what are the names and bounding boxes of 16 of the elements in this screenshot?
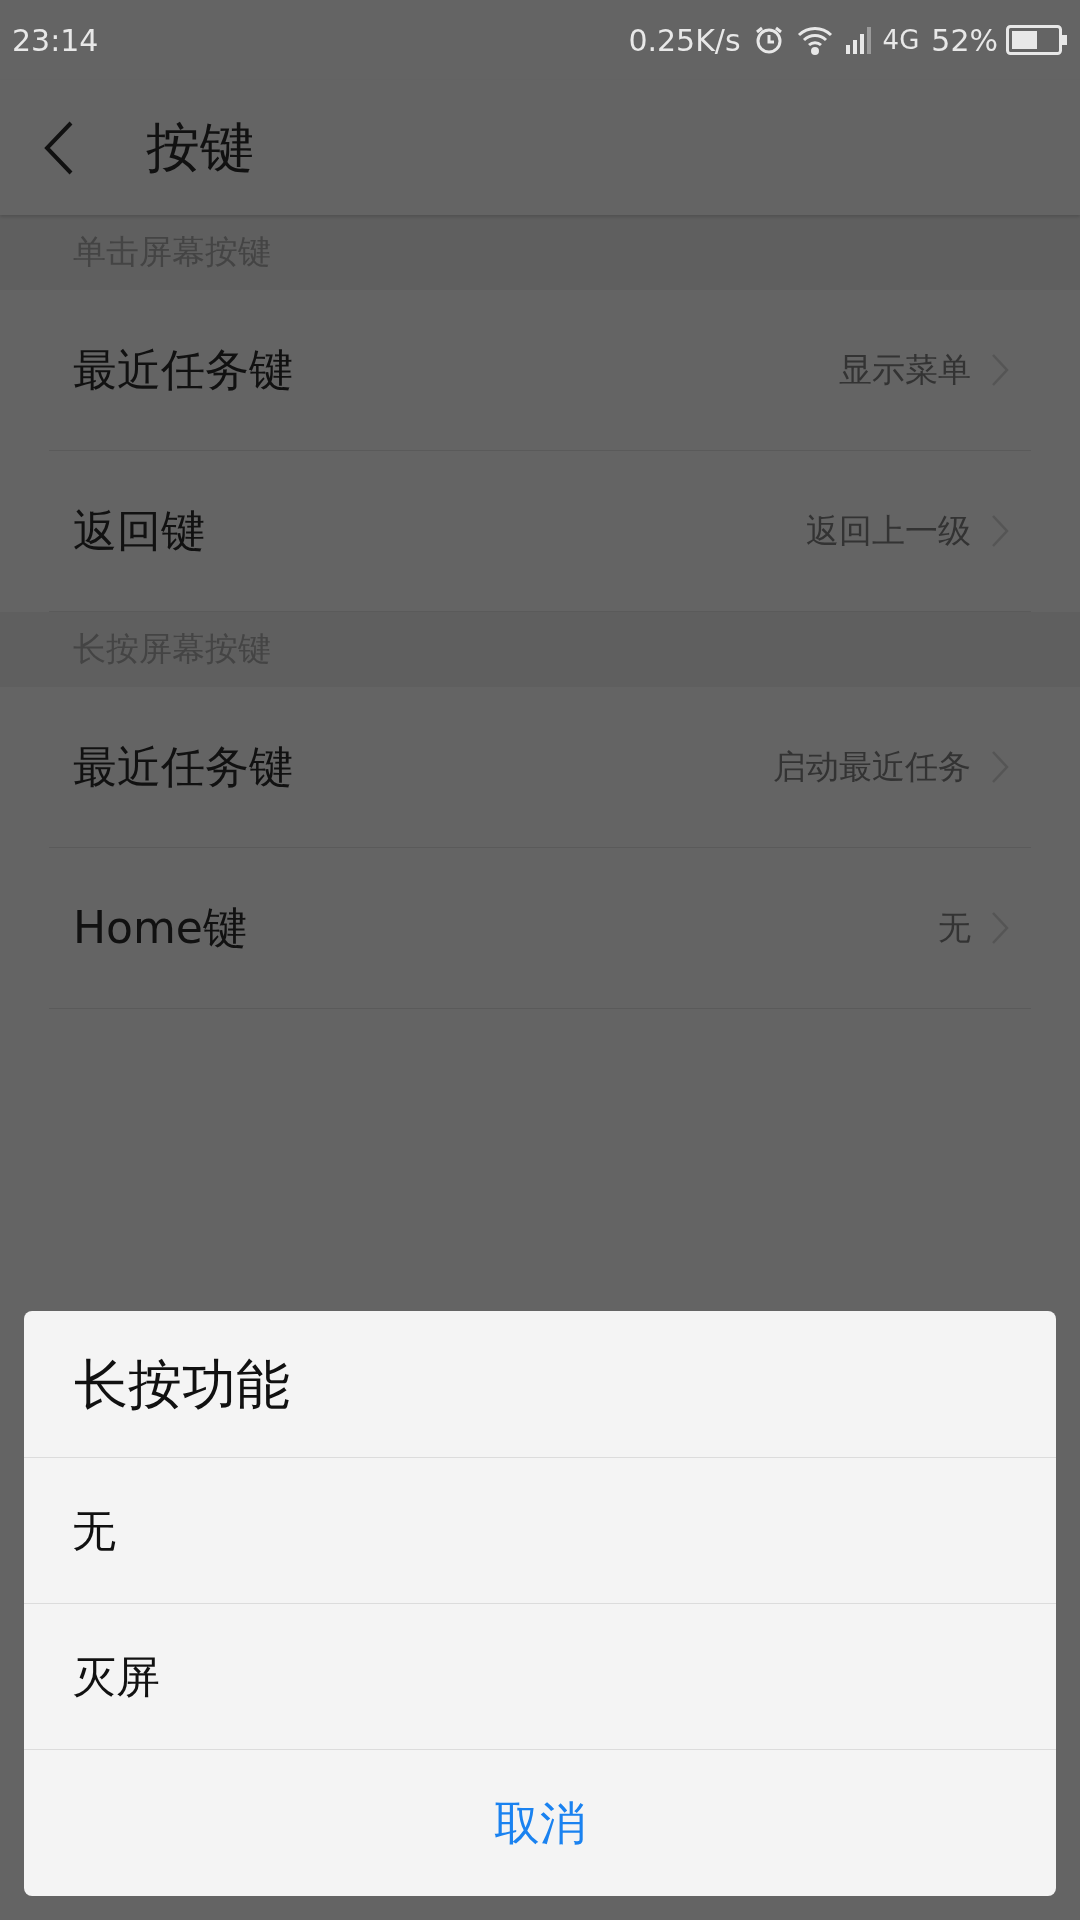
dialog-title: 长按功能 xyxy=(74,1351,290,1418)
dialog-option[interactable]: 无 xyxy=(24,1458,1056,1604)
back-icon xyxy=(44,120,74,175)
network-speed: 0.25K/s xyxy=(628,21,741,60)
row-label: 返回键 xyxy=(73,504,205,558)
battery-percent: 52% xyxy=(931,21,998,60)
cancel-button[interactable]: 取消 xyxy=(24,1750,1056,1896)
page-title: 按键 xyxy=(146,115,254,181)
row-label: 最近任务键 xyxy=(73,740,293,794)
status-time: 23:14 xyxy=(12,21,99,60)
network-type: 4G xyxy=(882,23,920,57)
wifi-icon xyxy=(796,25,833,55)
dialog-option[interactable]: 灭屏 xyxy=(24,1604,1056,1750)
row-label: 最近任务键 xyxy=(73,343,293,397)
battery-icon xyxy=(1006,25,1068,55)
row-label: Home键 xyxy=(73,901,247,955)
